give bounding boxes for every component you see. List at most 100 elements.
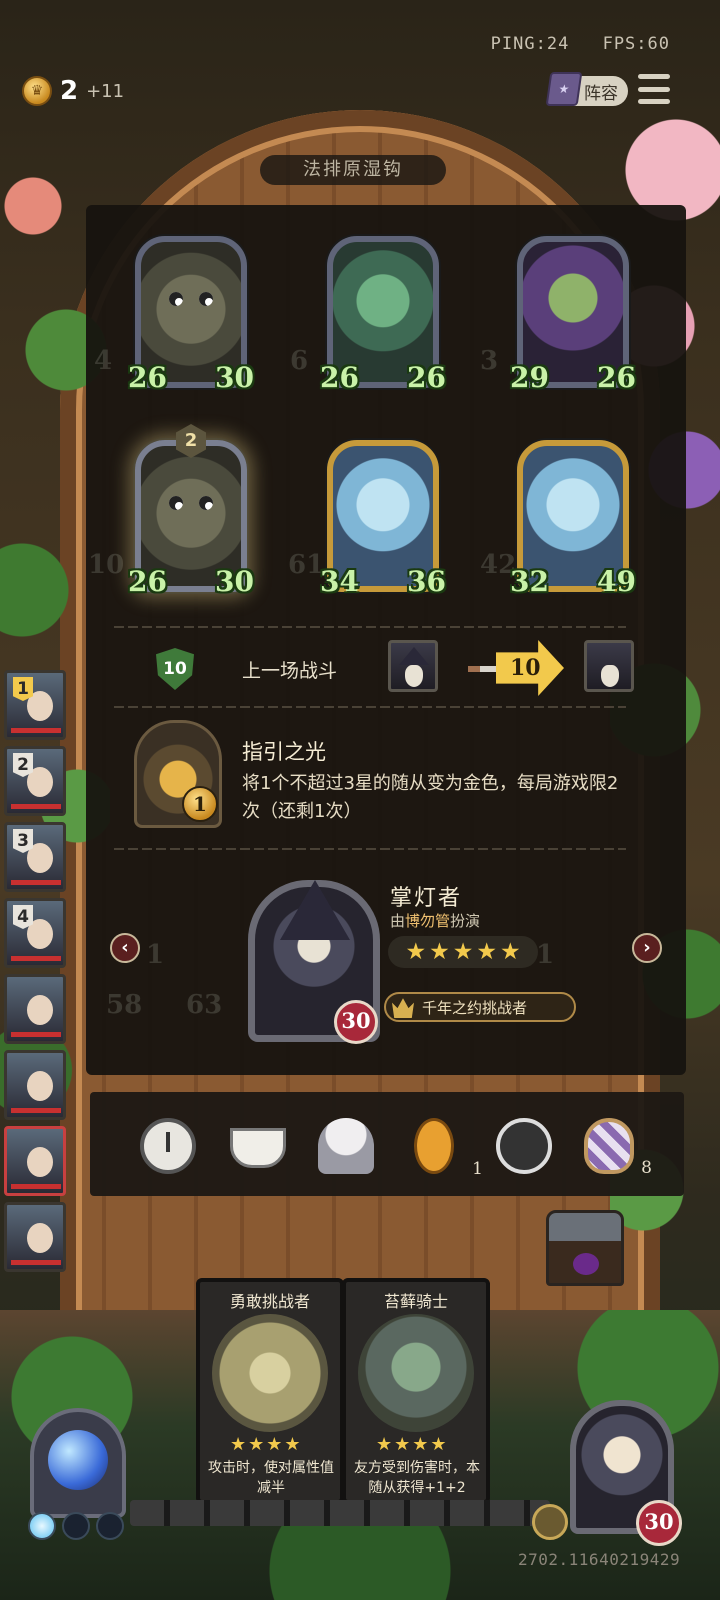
player-list: 1 2 3 4 [4,670,70,1278]
star-icon: ★ [405,938,427,965]
hero-played-by: 由博勿管扮演 [390,912,481,930]
book-icon: ★ [545,72,583,106]
player-rank: 2 [13,753,33,777]
minion-health: 30 [215,565,254,598]
shop-card[interactable]: 苔藓骑士 ★ ★ ★ ★ 友方受到伤害时，本随从获得+1+2 [342,1278,490,1504]
player-health-bar [11,1184,61,1189]
ghost-stat: 58 [106,990,143,1020]
player-health-bar [11,1032,61,1037]
ghost-stat: 1 [146,940,165,970]
opponent-name: 法排原湿钩 [260,155,446,185]
board-minion[interactable]: 26 30 [128,236,254,396]
ghost-stat: 3 [480,346,499,376]
minion-face [165,490,217,524]
menu-line [638,86,670,92]
ghost-stat: 6 [290,346,309,376]
player-portrait[interactable] [4,1126,66,1196]
player-portrait[interactable]: 3 [4,822,66,892]
player-health-bar [11,728,61,733]
player-face [27,1223,53,1253]
minion-health: 26 [597,361,636,394]
conveyor-track [130,1500,550,1526]
charge-slot [28,1512,56,1540]
alarm-clock-icon[interactable] [140,1118,196,1174]
item-count: 1 [472,1159,483,1179]
crown-icon [392,998,414,1018]
striped-shield-icon[interactable]: 8 [584,1118,652,1178]
prev-arrow-button[interactable]: ‹ [110,933,140,963]
treasure-chest-icon[interactable] [546,1210,624,1286]
player-portrait[interactable] [4,1050,66,1120]
menu-button[interactable] [638,74,670,104]
card-stars: ★ ★ ★ ★ [376,1434,447,1455]
chicken-icon[interactable]: 1 [414,1118,483,1179]
star-icon: ★ [429,938,450,965]
last-battle-defender-portrait [584,640,634,692]
hero-title-text: 千年之约挑战者 [422,998,528,1017]
player-rank: 1 [13,677,33,701]
item-count: 8 [641,1158,652,1178]
divider [114,848,626,850]
game-id: 2702.11640219429 [518,1550,681,1569]
next-arrow-button[interactable]: › [632,933,662,963]
minion-face [165,286,217,320]
card-art [212,1314,328,1432]
ghost-stat: 61 [288,550,325,580]
player-portrait[interactable] [4,1202,66,1272]
player-face [27,1071,53,1101]
ping-readout: PING:24 [490,34,570,54]
upgrade-button[interactable] [532,1504,568,1540]
divider [114,626,626,628]
gold-display: ♛ 2 +11 [22,76,124,106]
card-stars: ★ ★ ★ ★ [230,1434,301,1455]
minion-health: 26 [407,361,446,394]
player-health-bar [11,1260,61,1265]
player-health-bar [11,804,61,809]
player-face [27,995,53,1025]
board-minion[interactable]: 29 26 [510,236,636,396]
card-name: 苔藓骑士 [383,1292,448,1311]
crystal-orb-icon[interactable] [48,1430,108,1490]
minion-health: 30 [215,361,254,394]
hero-name: 掌灯者 [390,886,463,911]
player-rank: 4 [13,905,33,929]
menu-line [638,74,670,79]
network-status: PING:24 FPS:60 [469,34,670,54]
fps-readout: FPS:60 [602,34,670,54]
player-health-bar [11,1108,61,1113]
star-icon: ★ [452,938,474,965]
player-health-bar [11,956,61,961]
lineup-label: 阵容 [584,83,618,104]
shield-value: 10 [163,659,187,679]
player-name: 博勿管 [405,912,451,930]
hero-power-name: 指引之光 [242,740,326,764]
board-minion-golden[interactable]: 34 36 [320,440,446,600]
cupcake-icon[interactable] [318,1118,374,1174]
player-portrait[interactable]: 4 [4,898,66,968]
minion-attack: 26 [128,361,167,394]
board-minion-golden[interactable]: 32 49 [510,440,636,600]
hero-power-description: 将1个不超过3星的随从变为金色，每局游戏限2次（还剩1次） [242,773,619,822]
last-battle-label: 上一场战斗 [242,660,338,682]
ghost-stat: 4 [94,346,113,376]
ghost-stat: 1 [536,940,555,970]
player-portrait[interactable]: 1 [4,670,66,740]
menu-line [638,99,670,104]
ghost-stat: 63 [186,990,223,1020]
board-minion[interactable]: 2 26 30 [128,424,254,600]
ghost-stat: 10 [88,550,125,580]
player-health-bar [11,880,61,885]
hero-power-cost: 1 [182,786,218,822]
player-portrait[interactable]: 2 [4,746,66,816]
minion-health: 36 [407,565,446,598]
divider [114,706,626,708]
bomb-icon[interactable] [496,1118,552,1174]
board-minion[interactable]: 26 26 [320,236,446,396]
player-face [27,1147,53,1177]
player-portrait[interactable] [4,974,66,1044]
teacup-icon[interactable] [230,1128,286,1168]
shop-card[interactable]: 勇敢挑战者 ★ ★ ★ ★ 攻击时，使对属性值减半 [196,1278,344,1504]
minion-attack: 26 [128,565,167,598]
hero-title-badge: 千年之约挑战者 [384,992,576,1022]
card-art [358,1314,474,1432]
